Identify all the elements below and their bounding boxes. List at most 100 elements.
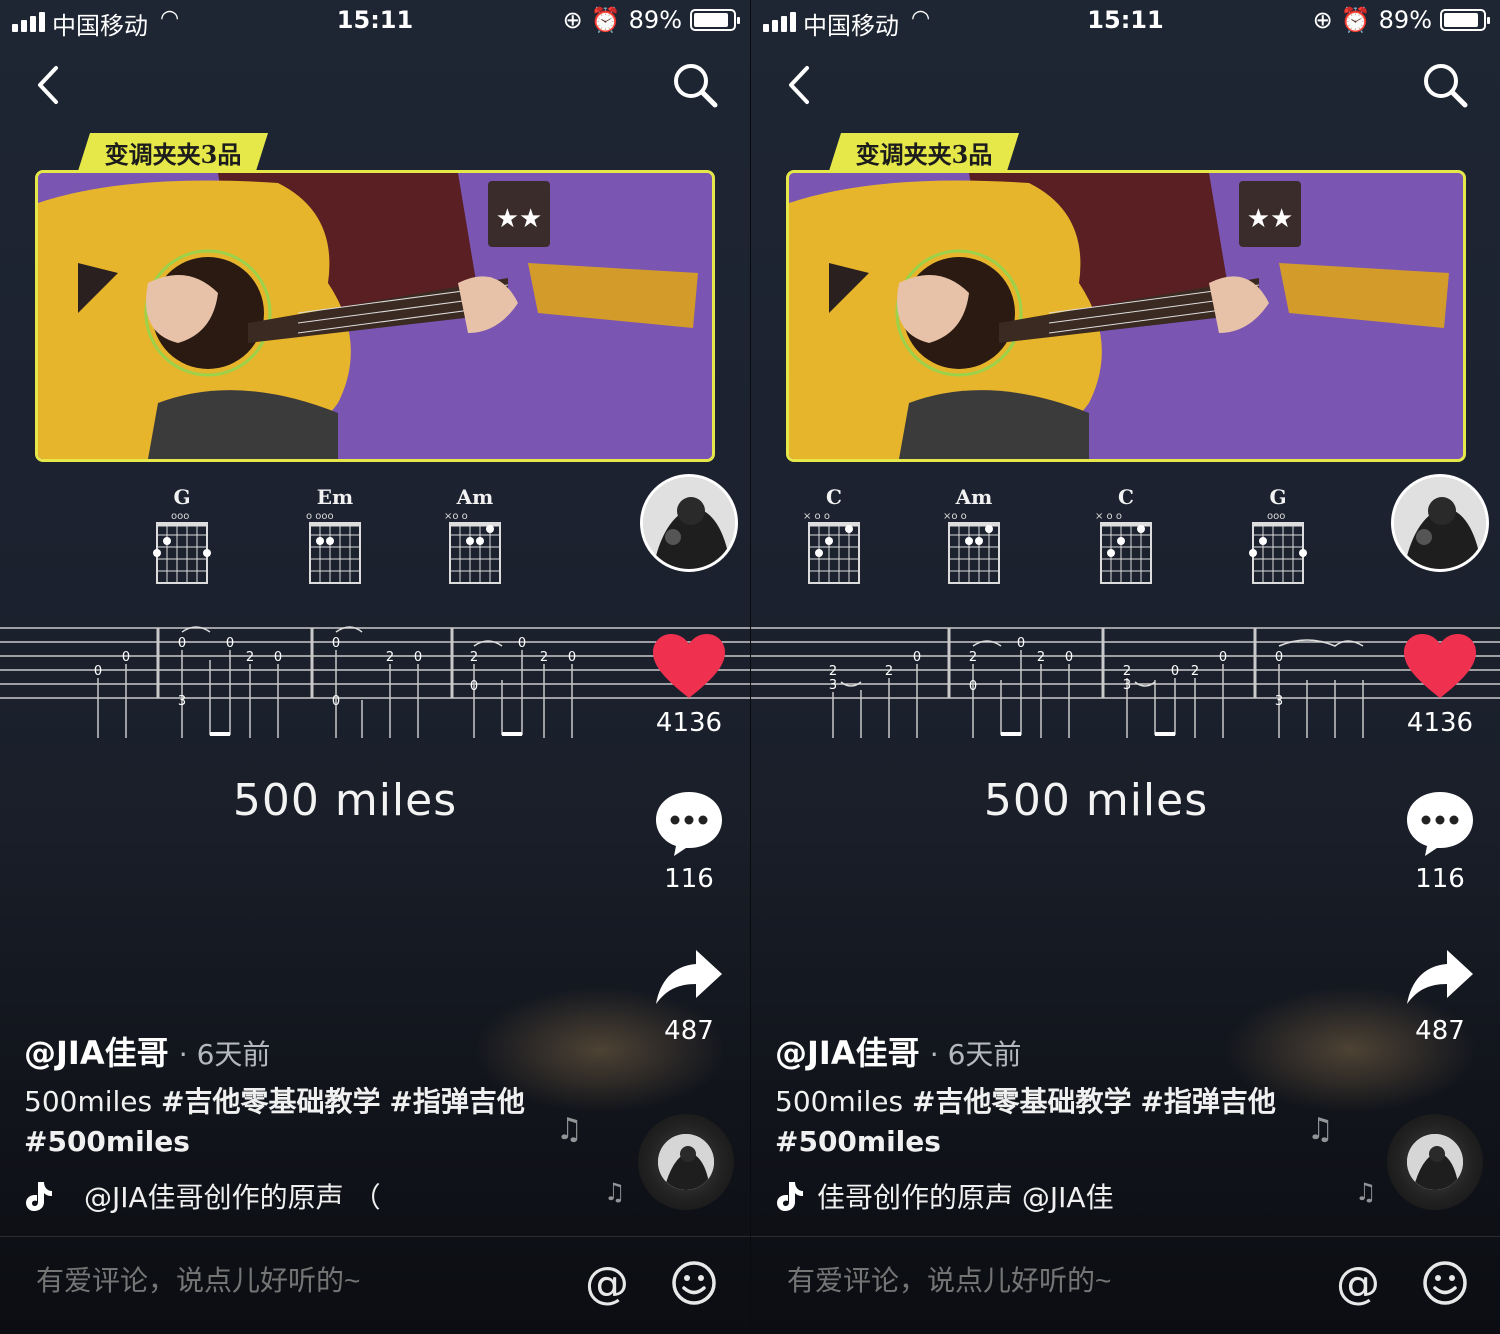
tab-number: 3 <box>1275 694 1283 709</box>
share-button[interactable]: 487 <box>1381 948 1499 1046</box>
comment-bar: @ <box>751 1236 1500 1334</box>
battery-icon <box>690 9 740 31</box>
emoji-icon[interactable] <box>670 1259 718 1307</box>
at-icon[interactable]: @ <box>1333 1259 1383 1309</box>
chord-name: Am <box>955 485 993 509</box>
comment-bar: @ <box>0 1236 750 1334</box>
tab-number: 0 <box>332 636 340 651</box>
guitar-video[interactable]: ★★ <box>35 170 715 462</box>
tab-number: 0 <box>414 650 422 665</box>
chord-diagram: Am ×o o <box>939 485 1009 593</box>
heart-icon <box>653 634 725 698</box>
chord-diagram: G ooo <box>147 485 217 593</box>
share-count: 487 <box>1415 1016 1465 1046</box>
back-button[interactable] <box>30 60 70 110</box>
song-title: 500 miles <box>232 775 458 826</box>
share-button[interactable]: 487 <box>630 948 748 1046</box>
author-name[interactable]: @JIA佳哥 <box>24 1034 169 1072</box>
music-marquee[interactable]: 佳哥创作的原声 @JIA佳 <box>775 1176 1195 1216</box>
status-bar: 中国移动 ◠ 15:11 ⊕ ⏰ 89% <box>0 0 750 42</box>
hashtag[interactable]: #吉他零基础教学 <box>912 1085 1131 1118</box>
author-line: @JIA佳哥 · 6天前 <box>775 1028 1021 1074</box>
song-title: 500 miles <box>983 775 1209 826</box>
music-marquee[interactable]: @JIA佳哥创作的原声 （ <box>24 1176 444 1216</box>
tab-number: 0 <box>568 650 576 665</box>
svg-text:× o o: × o o <box>1095 511 1122 522</box>
tab-number: 0 <box>969 679 977 694</box>
comment-button[interactable]: 116 <box>1381 790 1499 894</box>
hashtag[interactable]: #500miles <box>24 1125 190 1158</box>
creator-avatar[interactable] <box>640 474 738 572</box>
post-time: · 6天前 <box>178 1038 271 1071</box>
tab-number: 2 <box>386 650 394 665</box>
hashtag[interactable]: #500miles <box>775 1125 941 1158</box>
tab-number: 2 <box>1123 664 1131 679</box>
phone-screen-left: 中国移动 ◠ 15:11 ⊕ ⏰ 89% 变调夹夹3品 ★★ G ooo Em … <box>0 0 750 1334</box>
svg-text:★★: ★★ <box>1247 204 1294 234</box>
svg-text:× o o: × o o <box>803 511 830 522</box>
emoji-icon[interactable] <box>1421 1259 1469 1307</box>
music-note-icon: ♫ <box>556 1112 583 1147</box>
guitar-illustration: ★★ <box>789 173 1463 459</box>
search-button[interactable] <box>670 60 720 110</box>
heart-icon <box>1404 634 1476 698</box>
chord-diagram: C × o o <box>799 485 869 593</box>
guitar-video[interactable]: ★★ <box>786 170 1466 462</box>
chord-diagrams: G ooo Em o ooo Am ×o o <box>0 485 630 605</box>
tab-number: 3 <box>1123 678 1131 693</box>
comment-count: 116 <box>664 864 714 894</box>
chord-name: Em <box>316 485 354 509</box>
rotation-lock-icon: ⊕ <box>562 6 583 34</box>
chord-diagram: Am ×o o <box>440 485 510 593</box>
share-arrow-icon <box>1407 950 1473 1004</box>
creator-avatar[interactable] <box>1391 474 1489 572</box>
music-note-icon: ♫ <box>604 1178 626 1206</box>
chord-diagrams: C × o o Am ×o o C × o o G ooo <box>751 485 1381 605</box>
alarm-icon: ⏰ <box>1340 6 1371 34</box>
music-title: @JIA佳哥创作的原声 （ <box>84 1181 381 1214</box>
at-icon[interactable]: @ <box>582 1259 632 1309</box>
music-disc[interactable] <box>638 1114 734 1210</box>
hashtag[interactable]: #吉他零基础教学 <box>161 1085 380 1118</box>
tab-number: 0 <box>94 664 102 679</box>
capo-label: 变调夹夹3品 <box>829 133 1019 171</box>
like-button[interactable]: 4136 <box>1381 634 1499 738</box>
svg-text:×o o: ×o o <box>444 511 468 522</box>
music-note-icon: ♫ <box>1307 1112 1334 1147</box>
tab-number: 0 <box>470 679 478 694</box>
search-button[interactable] <box>1420 60 1470 110</box>
battery-percent: 89% <box>1378 6 1432 34</box>
battery-percent: 89% <box>628 6 682 34</box>
search-icon <box>1424 64 1468 108</box>
tab-number: 3 <box>829 678 837 693</box>
music-disc[interactable] <box>1387 1114 1483 1210</box>
like-button[interactable]: 4136 <box>630 634 748 738</box>
chord-diagram: Em o ooo <box>300 485 370 593</box>
tab-number: 0 <box>913 650 921 665</box>
author-name[interactable]: @JIA佳哥 <box>775 1034 920 1072</box>
capo-label: 变调夹夹3品 <box>78 133 268 171</box>
author-line: @JIA佳哥 · 6天前 <box>24 1028 270 1074</box>
back-icon <box>38 66 58 104</box>
svg-text:★★: ★★ <box>496 204 543 234</box>
chord-name: G <box>1269 485 1287 509</box>
like-count: 4136 <box>655 708 723 738</box>
chord-diagram: G ooo <box>1243 485 1313 593</box>
svg-text:×o o: ×o o <box>943 511 967 522</box>
comment-input[interactable] <box>36 1265 536 1297</box>
tab-number: 0 <box>1065 650 1073 665</box>
alarm-icon: ⏰ <box>590 6 621 34</box>
tab-number: 0 <box>226 636 234 651</box>
comment-button[interactable]: 116 <box>630 790 748 894</box>
battery-icon <box>1440 9 1490 31</box>
hashtag[interactable]: #指弹吉他 <box>389 1085 524 1118</box>
back-button[interactable] <box>781 60 821 110</box>
video-caption: 500miles #吉他零基础教学 #指弹吉他 #500miles <box>24 1082 584 1162</box>
tab-number: 0 <box>1017 636 1025 651</box>
disc-cover <box>658 1134 714 1190</box>
phone-screen-right: 中国移动 ◠ 15:11 ⊕ ⏰ 89% 变调夹夹3品 ★★ C × o o A… <box>750 0 1500 1334</box>
tab-number: 0 <box>1275 650 1283 665</box>
share-count: 487 <box>664 1016 714 1046</box>
hashtag[interactable]: #指弹吉他 <box>1140 1085 1275 1118</box>
comment-input[interactable] <box>787 1265 1287 1297</box>
